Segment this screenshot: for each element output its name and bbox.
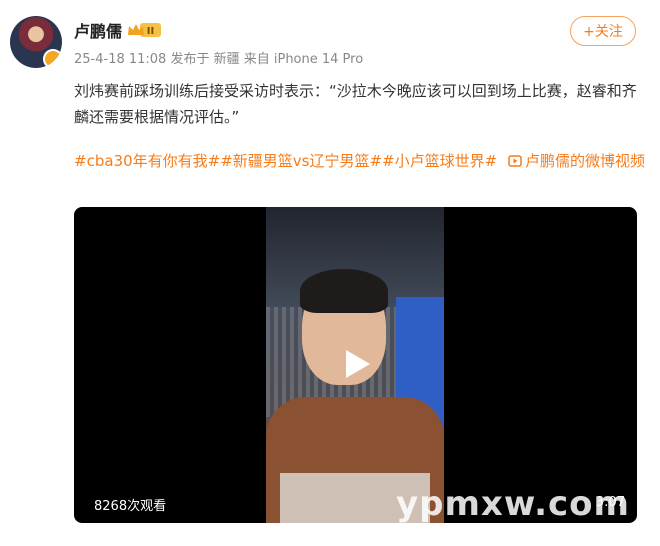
video-link-icon — [508, 155, 522, 167]
post-text: 刘炜赛前踩场训练后接受采访时表示：“沙拉木今晚应该可以回到场上比赛，赵睿和齐麟还… — [74, 82, 637, 126]
verified-badge-icon — [43, 49, 62, 68]
follow-button[interactable]: +关注 — [570, 16, 636, 46]
avatar[interactable] — [10, 16, 62, 68]
tag-xiaolu-basketball[interactable]: #小卢篮球世界# — [382, 152, 497, 170]
tag-xinjiang-vs-liaoning[interactable]: #新疆男篮vs辽宁男篮# — [220, 152, 382, 170]
play-icon[interactable] — [340, 347, 374, 381]
tag-list: #cba30年有你有我##新疆男篮vs辽宁男篮##小卢篮球世界# 卢鹏儒的微博视… — [74, 150, 645, 171]
view-count: 8268次观看 — [94, 499, 167, 514]
post-meta: 25-4-18 11:08 发布于 新疆 来自 iPhone 14 Pro — [74, 52, 364, 67]
tag-cba30[interactable]: #cba30年有你有我# — [74, 152, 220, 170]
badge-level: II — [147, 26, 154, 37]
author-name[interactable]: 卢鹏儒 — [74, 18, 122, 42]
crown-badge-icon: II — [128, 23, 161, 37]
video-source-link[interactable]: 卢鹏儒的微博视频 — [525, 152, 645, 170]
site-watermark: ypmxw.com — [396, 484, 630, 524]
video-player[interactable]: 8268次观看 3:07 — [74, 207, 637, 523]
interviewee-hair — [300, 269, 388, 313]
